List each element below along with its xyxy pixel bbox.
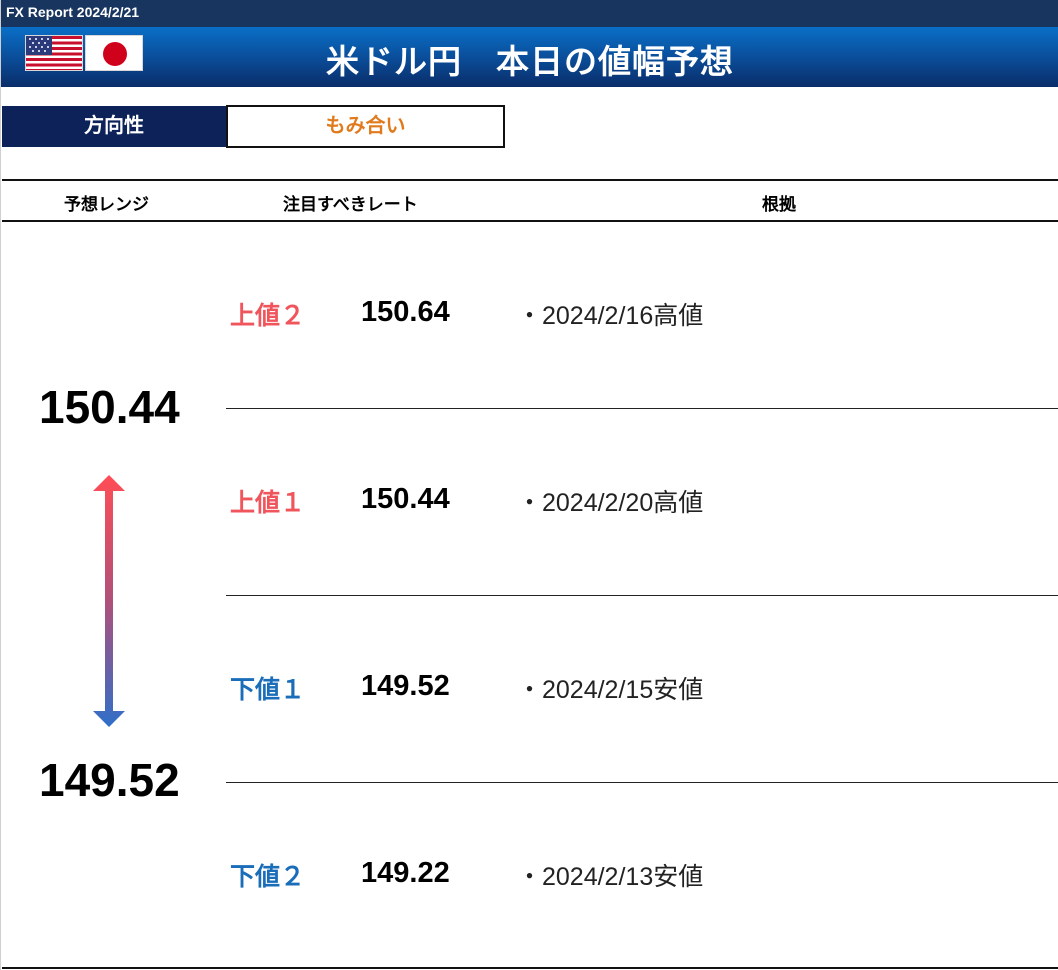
level-basis: ・2024/2/20高値 bbox=[517, 489, 704, 517]
range-low-value: 149.52 bbox=[39, 754, 180, 806]
level-value: 149.22 bbox=[361, 857, 450, 889]
bottom-border bbox=[2, 967, 1058, 969]
direction-label: 方向性 bbox=[2, 106, 226, 147]
column-header-range: 予想レンジ bbox=[64, 195, 149, 214]
page-title: 米ドル円 本日の値幅予想 bbox=[326, 43, 734, 80]
level-value: 150.64 bbox=[361, 296, 450, 328]
row-divider bbox=[226, 595, 1058, 596]
level-label: 上値２ bbox=[230, 302, 306, 330]
level-value: 149.52 bbox=[361, 670, 450, 702]
level-label: 下値１ bbox=[230, 676, 306, 704]
level-row-upper-2: 上値２ 150.64 ・2024/2/16高値 bbox=[1, 296, 1058, 336]
direction-value: もみ合い bbox=[226, 105, 505, 148]
fx-report-page: FX Report 2024/2/21 米ドル円 本日の値幅予想 方向性 もみ合… bbox=[0, 0, 1058, 970]
level-value: 150.44 bbox=[361, 483, 450, 515]
range-high-value: 150.44 bbox=[39, 381, 180, 433]
column-header: 予想レンジ 注目すべきレート 根拠 bbox=[2, 179, 1058, 222]
column-header-basis: 根拠 bbox=[762, 195, 796, 214]
level-basis: ・2024/2/13安値 bbox=[517, 863, 704, 891]
level-row-lower-1: 下値１ 149.52 ・2024/2/15安値 bbox=[1, 670, 1058, 710]
title-bar: 米ドル円 本日の値幅予想 bbox=[1, 27, 1058, 87]
level-basis: ・2024/2/15安値 bbox=[517, 676, 704, 704]
level-row-upper-1: 上値１ 150.44 ・2024/2/20高値 bbox=[1, 483, 1058, 523]
row-divider bbox=[226, 782, 1058, 783]
row-divider bbox=[226, 408, 1058, 409]
level-label: 上値１ bbox=[230, 489, 306, 517]
column-header-rate: 注目すべきレート bbox=[283, 195, 418, 214]
report-date-label: FX Report 2024/2/21 bbox=[6, 4, 140, 20]
level-label: 下値２ bbox=[230, 863, 306, 891]
level-basis: ・2024/2/16高値 bbox=[517, 302, 704, 330]
report-strip: FX Report 2024/2/21 bbox=[1, 0, 1058, 27]
level-row-lower-2: 下値２ 149.22 ・2024/2/13安値 bbox=[1, 857, 1058, 897]
